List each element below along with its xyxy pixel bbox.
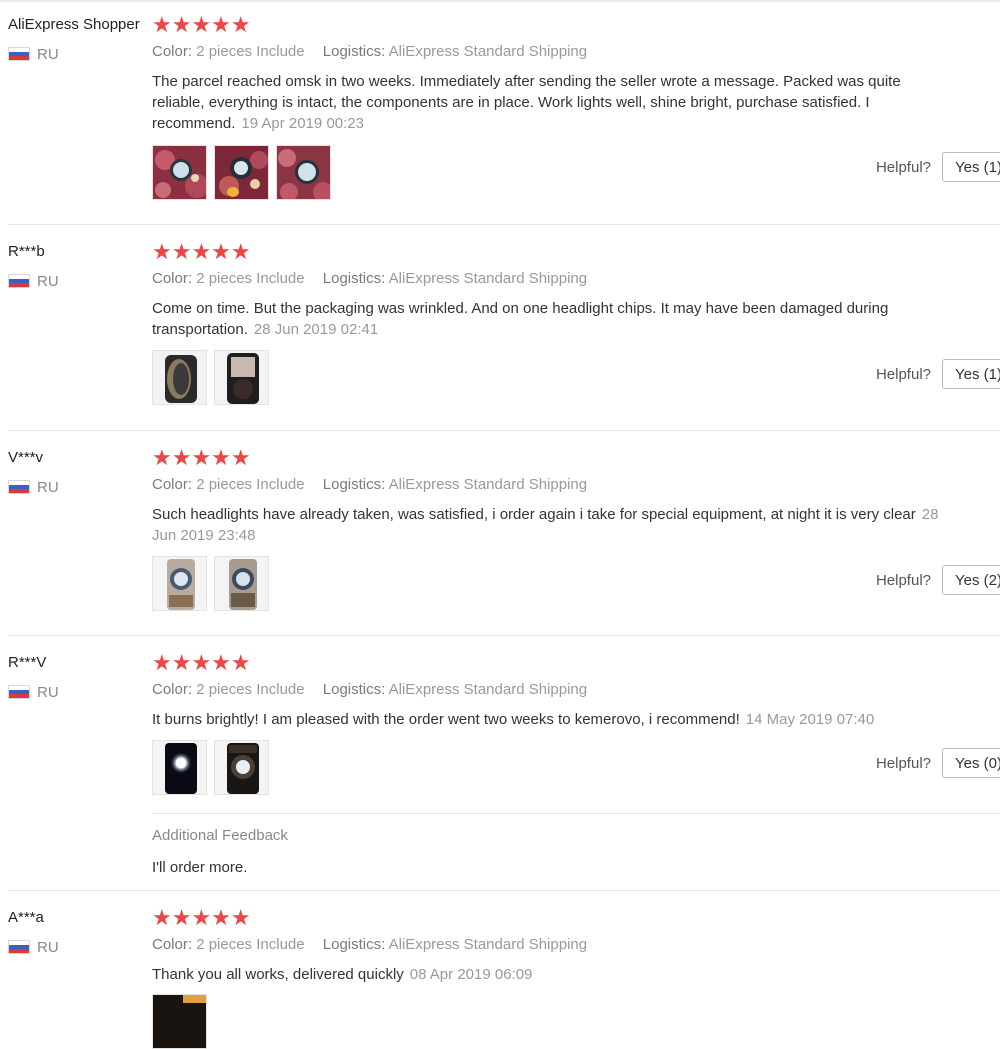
review-body: Such headlights have already taken, was … [152,506,916,523]
review-photos [152,556,269,611]
reviewer-country: RU [8,478,59,496]
review-photo-thumbnail[interactable] [152,350,207,405]
additional-feedback-text: I'll order more. [152,859,248,876]
color-label: Color: [152,270,193,287]
review-text: Come on time. But the packaging was wrin… [152,298,952,340]
rating-stars: ★★★★★ [152,239,251,264]
russia-flag-icon [8,940,30,954]
review-photo-thumbnail[interactable] [152,556,207,611]
helpful-section: Helpful? Yes (2) [876,565,1000,595]
review-photo-thumbnail[interactable] [152,994,207,1049]
review-attributes: Color: 2 pieces Include Logistics: AliEx… [152,270,587,287]
reviewer-name: V***v [8,449,44,466]
review-date: 08 Apr 2019 06:09 [409,966,533,983]
helpful-label: Helpful? [875,754,931,772]
review-photo-thumbnail[interactable] [214,145,269,200]
reviewer-name: AliExpress Shopper [8,16,140,33]
review-photo-thumbnail[interactable] [152,145,207,200]
review-attributes: Color: 2 pieces Include Logistics: AliEx… [152,43,587,60]
review-text: Thank you all works, delivered quickly 08… [152,964,952,985]
reviewer-name: A***a [8,909,44,926]
helpful-section: Helpful? Yes (1) [876,359,1000,389]
reviewer-country: RU [8,272,59,290]
logistics-value: AliExpress Standard Shipping [388,681,588,698]
helpful-section: Helpful? Yes (1) [876,152,1000,182]
helpful-yes-button[interactable]: Yes (2) [942,565,1000,595]
review-attributes: Color: 2 pieces Include Logistics: AliEx… [152,936,587,953]
helpful-yes-button[interactable]: Yes (1) [942,359,1000,389]
logistics-label: Logistics: [322,43,386,60]
color-label: Color: [152,476,193,493]
russia-flag-icon [8,480,30,494]
color-label: Color: [152,681,193,698]
review-photo-thumbnail[interactable] [214,740,269,795]
color-label: Color: [152,43,193,60]
country-code: RU [37,272,59,290]
helpful-yes-button[interactable]: Yes (1) [942,152,1000,182]
logistics-value: AliExpress Standard Shipping [388,936,588,953]
color-value: 2 pieces Include [196,936,305,953]
review-attributes: Color: 2 pieces Include Logistics: AliEx… [152,681,587,698]
country-code: RU [37,478,59,496]
review-photo-thumbnail[interactable] [152,740,207,795]
rating-stars: ★★★★★ [152,445,251,470]
review-divider [8,430,1000,431]
russia-flag-icon [8,685,30,699]
helpful-label: Helpful? [875,158,931,176]
review-date: 28 Jun 2019 02:41 [253,321,379,338]
helpful-yes-button[interactable]: Yes (0) [942,748,1000,778]
review-divider [8,890,1000,891]
review-text: Such headlights have already taken, was … [152,504,952,546]
helpful-section: Helpful? Yes (0) [876,748,1000,778]
reviewer-country: RU [8,683,59,701]
review-photo-thumbnail[interactable] [214,350,269,405]
review-date: 19 Apr 2019 00:23 [241,115,364,132]
review-photos [152,350,269,405]
reviewer-country: RU [8,45,59,63]
logistics-label: Logistics: [322,476,386,493]
reviewer-name: R***b [8,243,45,260]
helpful-label: Helpful? [875,365,931,383]
color-value: 2 pieces Include [196,43,305,60]
helpful-label: Helpful? [875,571,931,589]
color-value: 2 pieces Include [196,476,305,493]
review-photo-thumbnail[interactable] [276,145,331,200]
review-photo-thumbnail[interactable] [214,556,269,611]
logistics-value: AliExpress Standard Shipping [388,43,588,60]
reviewer-country: RU [8,938,59,956]
russia-flag-icon [8,47,30,61]
color-value: 2 pieces Include [196,681,305,698]
additional-feedback-title: Additional Feedback [152,827,288,844]
rating-stars: ★★★★★ [152,650,251,675]
reviewer-name: R***V [8,654,47,671]
top-divider [0,0,1000,2]
logistics-label: Logistics: [322,270,386,287]
logistics-value: AliExpress Standard Shipping [388,476,588,493]
russia-flag-icon [8,274,30,288]
review-divider [8,635,1000,636]
country-code: RU [37,45,59,63]
color-label: Color: [152,936,193,953]
country-code: RU [37,938,59,956]
color-value: 2 pieces Include [196,270,305,287]
rating-stars: ★★★★★ [152,12,251,37]
review-photos [152,145,331,200]
review-divider [8,224,1000,225]
logistics-value: AliExpress Standard Shipping [388,270,588,287]
review-body: Thank you all works, delivered quickly [152,966,404,983]
country-code: RU [37,683,59,701]
review-body: It burns brightly! I am pleased with the… [152,711,740,728]
rating-stars: ★★★★★ [152,905,251,930]
review-text: It burns brightly! I am pleased with the… [152,709,952,730]
logistics-label: Logistics: [322,936,386,953]
review-date: 14 May 2019 07:40 [745,711,875,728]
review-attributes: Color: 2 pieces Include Logistics: AliEx… [152,476,587,493]
review-photos [152,994,207,1049]
logistics-label: Logistics: [322,681,386,698]
feedback-divider [152,813,1000,814]
review-photos [152,740,269,795]
review-text: The parcel reached omsk in two weeks. Im… [152,71,952,134]
